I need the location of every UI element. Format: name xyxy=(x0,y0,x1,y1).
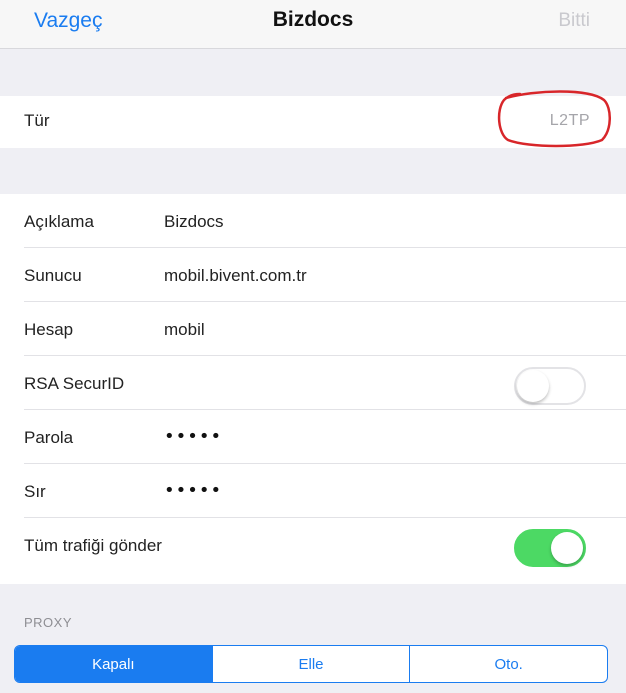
secret-label: Sır xyxy=(24,482,46,501)
proxy-option-off[interactable]: Kapalı xyxy=(15,646,212,682)
proxy-section-header: PROXY xyxy=(24,615,73,630)
proxy-option-manual[interactable]: Elle xyxy=(211,646,410,682)
server-row[interactable]: Sunucu mobil.bivent.com.tr xyxy=(0,248,626,302)
proxy-option-auto[interactable]: Oto. xyxy=(409,646,607,682)
send-all-traffic-row: Tüm trafiği gönder xyxy=(0,518,626,572)
server-value[interactable]: mobil.bivent.com.tr xyxy=(164,266,307,286)
vpn-fields-group: Açıklama Bizdocs Sunucu mobil.bivent.com… xyxy=(0,194,626,584)
secret-row[interactable]: Sır ••••• xyxy=(0,464,626,518)
description-label: Açıklama xyxy=(24,212,94,231)
navigation-bar: Vazgeç Bizdocs Bitti xyxy=(0,0,626,49)
rsa-securid-row: RSA SecurID xyxy=(0,356,626,410)
done-button[interactable]: Bitti xyxy=(558,10,590,32)
description-row[interactable]: Açıklama Bizdocs xyxy=(0,194,626,248)
rsa-securid-toggle[interactable] xyxy=(514,367,586,405)
send-all-traffic-label: Tüm trafiği gönder xyxy=(24,536,162,555)
description-value[interactable]: Bizdocs xyxy=(164,212,224,232)
send-all-traffic-toggle[interactable] xyxy=(514,529,586,567)
toggle-knob xyxy=(517,370,549,402)
password-label: Parola xyxy=(24,428,74,447)
secret-value[interactable]: ••••• xyxy=(164,480,222,501)
red-annotation-circle xyxy=(497,90,611,148)
server-label: Sunucu xyxy=(24,266,82,285)
page-title: Bizdocs xyxy=(272,8,354,31)
account-row[interactable]: Hesap mobil xyxy=(0,302,626,356)
vpn-settings-screen: Vazgeç Bizdocs Bitti Tür L2TP Açıklama B… xyxy=(0,0,626,693)
toggle-knob xyxy=(551,532,583,564)
password-row[interactable]: Parola ••••• xyxy=(0,410,626,464)
password-value[interactable]: ••••• xyxy=(164,426,222,447)
rsa-securid-label: RSA SecurID xyxy=(24,374,125,393)
account-label: Hesap xyxy=(24,320,74,339)
type-label: Tür xyxy=(24,111,50,130)
account-value[interactable]: mobil xyxy=(164,320,205,340)
proxy-segmented-control: Kapalı Elle Oto. xyxy=(14,645,608,683)
